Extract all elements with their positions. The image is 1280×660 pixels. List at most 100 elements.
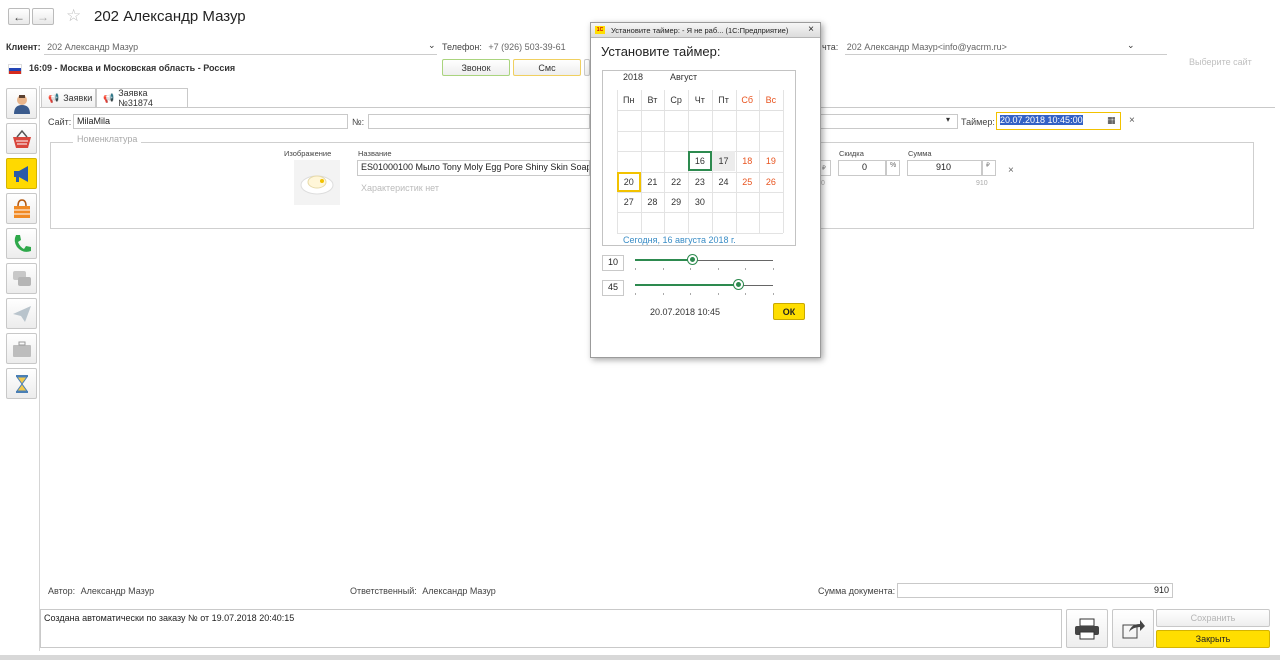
status-select[interactable] [820, 114, 958, 129]
author-label: Автор: [48, 586, 76, 596]
calendar-day[interactable]: 22 [664, 172, 688, 192]
dialog-titlebar: 1C Установите таймер: - Я не раб... (1С:… [591, 23, 820, 38]
calendar-day[interactable]: 21 [641, 172, 665, 192]
clear-timer-icon[interactable]: × [1129, 115, 1135, 126]
share-button[interactable] [1112, 609, 1154, 648]
call-button[interactable]: Звонок [442, 59, 510, 76]
calendar-day[interactable]: 20 [617, 171, 641, 192]
sum-sub-value: 910 [976, 180, 988, 187]
calendar-day[interactable]: 24 [712, 172, 736, 192]
sidebar-send-button[interactable] [6, 298, 37, 329]
status-dropdown-icon[interactable]: ▾ [946, 115, 950, 124]
calendar-icon[interactable]: ▦ [1107, 115, 1116, 126]
product-image [294, 160, 340, 205]
responsible-value: Александр Мазур [422, 586, 496, 596]
sidebar-requests-button[interactable] [6, 158, 37, 189]
discount-value: 0 [861, 162, 867, 172]
back-button[interactable]: ← [8, 8, 30, 25]
client-label: Клиент: [6, 42, 41, 52]
weekday-header: Чт [694, 95, 705, 105]
basket-icon [12, 129, 31, 148]
printer-icon [1075, 618, 1099, 639]
number-input[interactable] [368, 114, 590, 129]
sidebar-clients-button[interactable] [6, 88, 37, 119]
chat-icon [12, 270, 31, 286]
calendar-day[interactable]: 17 [711, 151, 736, 172]
megaphone-icon: 📢 [103, 92, 115, 103]
remove-item-icon[interactable]: × [1008, 165, 1014, 176]
hour-slider[interactable] [635, 255, 774, 271]
calendar-day[interactable]: 29 [664, 192, 688, 212]
hour-input[interactable]: 10 [602, 255, 624, 271]
timer-dialog: 1C Установите таймер: - Я не раб... (1С:… [590, 22, 821, 358]
page-title: 202 Александр Мазур [94, 8, 246, 25]
timer-input[interactable]: 20.07.2018 10:45:00 [996, 112, 1121, 130]
sidebar-chat-button[interactable] [6, 263, 37, 294]
arrow-right-icon: → [37, 9, 49, 24]
dialog-close-icon[interactable]: × [808, 24, 814, 35]
calendar: 2018 Август Пн Вт Ср Чт Пт Сб Вс 16 17 18 19 20 21 22… [602, 70, 796, 246]
paper-plane-icon [12, 305, 31, 322]
sidebar-calls-button[interactable] [6, 228, 37, 259]
tab-requests-label: Заявки [63, 93, 93, 103]
print-button[interactable] [1066, 609, 1108, 648]
weekday-header: Вт [647, 95, 658, 105]
price-sub-value: 0 [821, 180, 825, 187]
comment-area[interactable]: Создана автоматически по заказу № от 19.… [40, 609, 1062, 648]
percent-box: % [886, 160, 900, 176]
sum-value: 910 [935, 162, 951, 172]
result-datetime: 20.07.2018 10:45 [650, 307, 721, 317]
calendar-month[interactable]: Август [670, 72, 697, 82]
calendar-day[interactable]: 23 [688, 172, 712, 192]
slider-knob[interactable] [687, 255, 697, 264]
client-dropdown-icon[interactable]: ⌄ [428, 40, 436, 51]
number-label: №: [352, 117, 365, 127]
ok-button[interactable]: ОК [773, 303, 805, 320]
arrow-left-icon: ← [13, 9, 25, 24]
phone-value[interactable]: +7 (926) 503-39-61 [488, 42, 565, 52]
sidebar-shop-button[interactable] [6, 193, 37, 224]
calendar-day[interactable]: 26 [759, 172, 783, 192]
minute-input[interactable]: 45 [602, 280, 624, 296]
forward-button[interactable]: → [32, 8, 54, 25]
select-site-link[interactable]: Выберите сайт [1189, 57, 1252, 67]
calendar-day[interactable]: 18 [736, 151, 760, 171]
minute-slider[interactable] [635, 280, 774, 296]
sidebar-cart-button[interactable] [6, 123, 37, 154]
sms-button[interactable]: Смс [513, 59, 581, 76]
calendar-day[interactable]: 16 [688, 151, 712, 172]
doc-sum-value: 910 [1153, 585, 1169, 595]
phone-row: Телефон: +7 (926) 503-39-61 [442, 42, 566, 52]
dialog-window-title: Установите таймер: - Я не раб... (1С:Пре… [611, 25, 789, 35]
calendar-day[interactable]: 19 [759, 151, 783, 171]
calendar-day[interactable]: 30 [688, 192, 712, 212]
sidebar-briefcase-button[interactable] [6, 333, 37, 364]
today-link[interactable]: Сегодня, 16 августа 2018 г. [623, 235, 736, 245]
calendar-day[interactable]: 25 [736, 172, 760, 192]
weekday-header: Пт [718, 95, 729, 105]
favorite-star-icon[interactable]: ☆ [66, 6, 81, 26]
calendar-year[interactable]: 2018 [623, 72, 643, 82]
tab-request-label: Заявка №31874 [118, 88, 153, 108]
sum-label: Сумма [908, 149, 932, 158]
calendar-day[interactable]: 28 [641, 192, 665, 212]
site-input[interactable]: MilaMila [73, 114, 348, 129]
responsible-label: Ответственный: [350, 586, 417, 596]
email-dropdown-icon[interactable]: ⌄ [1127, 40, 1135, 51]
slider-knob[interactable] [733, 280, 743, 289]
save-button[interactable]: Сохранить [1156, 609, 1270, 627]
timer-label: Таймер: [961, 117, 995, 127]
tab-request-31874[interactable]: 📢 Заявка №31874 [96, 88, 188, 108]
email-label: чта: [822, 42, 839, 52]
currency-sign: ₽ [822, 166, 826, 172]
sum-input[interactable]: 910 [907, 160, 982, 176]
weekday-header: Вс [765, 95, 777, 105]
calendar-day[interactable]: 27 [617, 192, 641, 212]
email-row: чта: 202 Александр Мазур<info@yacrm.ru> [822, 42, 1007, 52]
discount-input[interactable]: 0 [838, 160, 886, 176]
close-button[interactable]: Закрыть [1156, 630, 1270, 648]
product-name-input[interactable]: ES01000100 Мыло Tony Moly Egg Pore Shiny… [357, 160, 590, 176]
tab-requests[interactable]: 📢 Заявки [41, 88, 96, 107]
sidebar-timer-button[interactable] [6, 368, 37, 399]
shopping-bag-icon [13, 198, 30, 218]
